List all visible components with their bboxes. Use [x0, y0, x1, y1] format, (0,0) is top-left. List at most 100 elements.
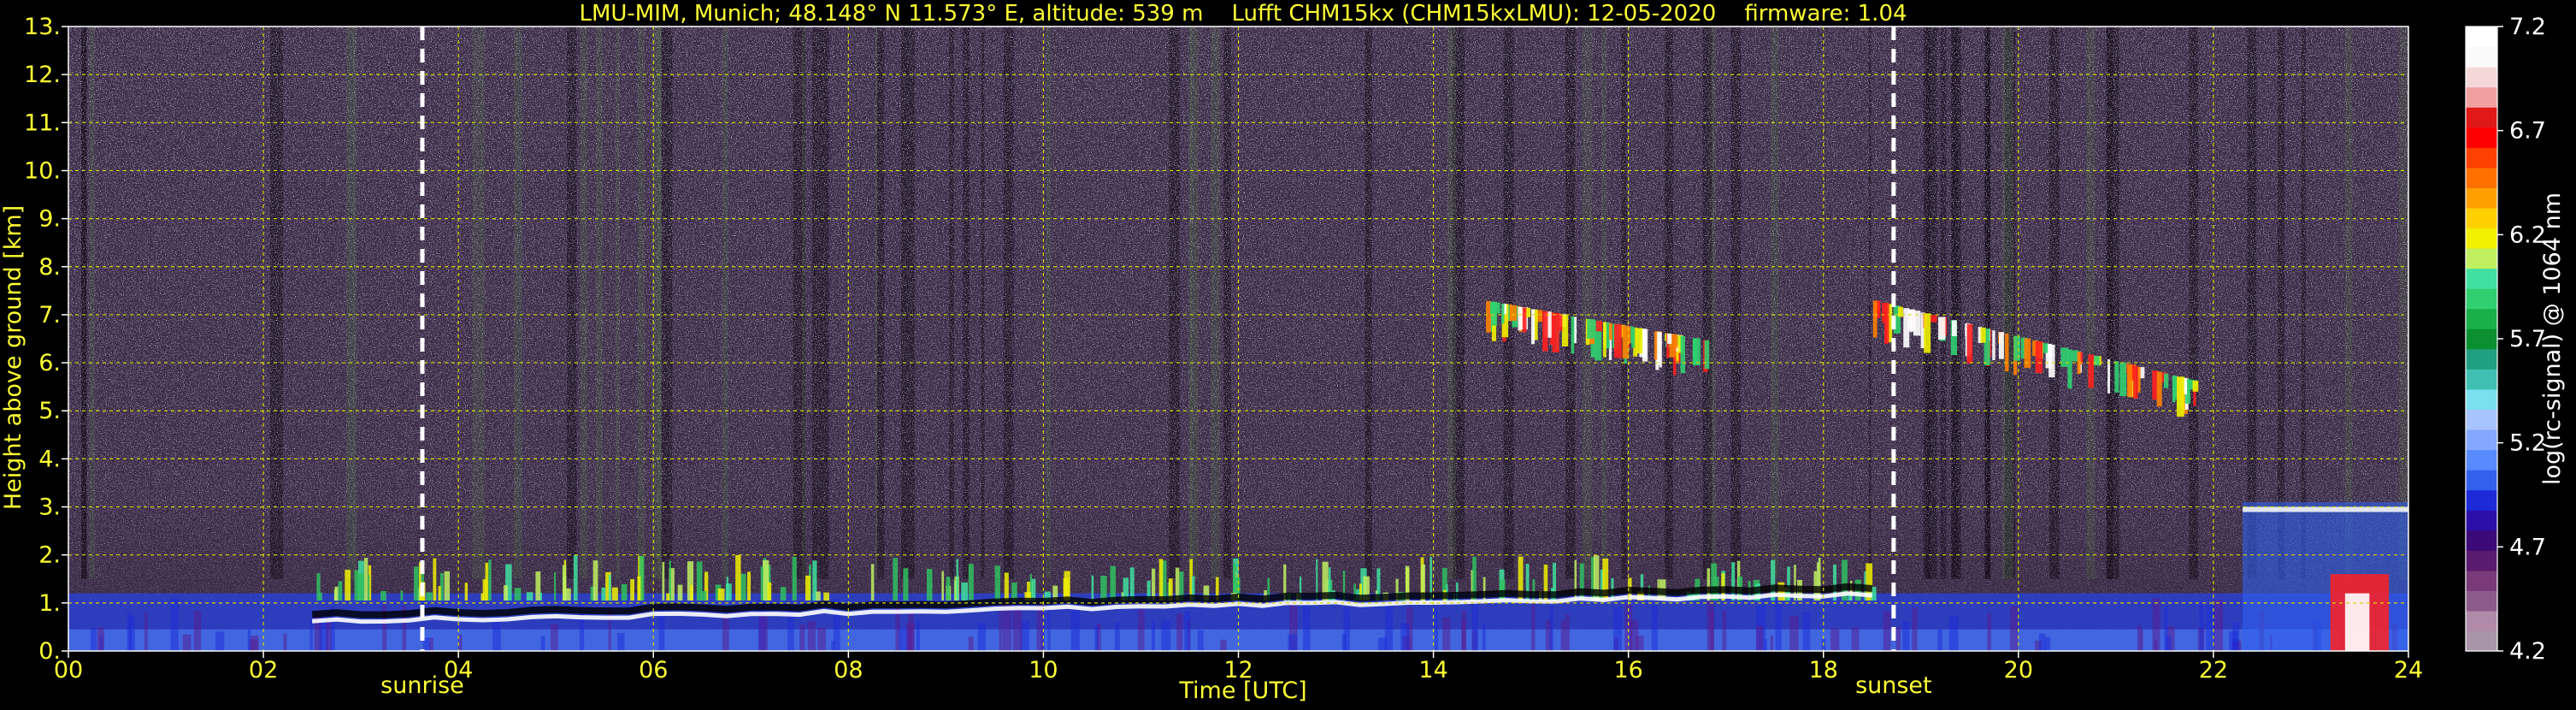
- aerosol-streak: [1937, 630, 1942, 651]
- residual-layer-streak: [946, 576, 951, 601]
- cirrus-streak: [1642, 328, 1648, 362]
- residual-layer-streak: [823, 592, 829, 601]
- aerosol-streak: [977, 623, 987, 651]
- cirrus-streak: [1552, 312, 1559, 352]
- aerosol-streak: [817, 627, 827, 651]
- aerosol-streak: [2228, 630, 2238, 651]
- residual-layer-streak: [1158, 559, 1164, 601]
- x-tick-label: 02: [249, 657, 278, 683]
- aerosol-streak: [1288, 634, 1298, 651]
- residual-layer-streak: [514, 588, 522, 601]
- cirrus-streak: [1704, 340, 1710, 370]
- residual-layer-streak: [961, 582, 969, 601]
- aerosol-streak: [807, 620, 816, 651]
- colorbar-segment: [2466, 288, 2497, 310]
- aerosol-streak: [916, 620, 920, 651]
- residual-layer-streak: [562, 565, 567, 601]
- y-tick-label: 12.: [24, 62, 61, 88]
- residual-layer-streak: [630, 579, 634, 601]
- cirrus-streak: [2035, 340, 2043, 374]
- cirrus-streak: [1931, 315, 1937, 322]
- aerosol-streak: [1197, 630, 1204, 651]
- chart-title: LMU-MIM, Munich; 48.148° N 11.573° E, al…: [579, 1, 1907, 27]
- aerosol-streak: [1613, 607, 1623, 651]
- cloud-top: [2243, 506, 2408, 512]
- aerosol-streak: [1770, 635, 1774, 651]
- aerosol-streak: [1549, 605, 1553, 651]
- residual-layer-streak: [677, 584, 683, 601]
- cirrus-streak: [2060, 347, 2069, 367]
- aerosol-streak: [144, 612, 148, 651]
- cloud-core-bright: [2344, 593, 2370, 651]
- colorbar-segment: [2466, 268, 2497, 289]
- residual-layer-streak: [1064, 571, 1070, 601]
- colorbar-segment: [2466, 510, 2497, 531]
- residual-layer-streak: [1129, 567, 1135, 601]
- aerosol-streak: [1764, 638, 1767, 651]
- y-axis-label: Height above ground [km]: [0, 205, 27, 510]
- aerosol-streak: [551, 624, 558, 651]
- cirrus-streak: [1992, 330, 1995, 361]
- colorbar-segment: [2466, 610, 2497, 632]
- colorbar-segment: [2466, 530, 2497, 551]
- x-tick-label: 14: [1418, 657, 1447, 683]
- residual-layer-streak: [338, 581, 343, 601]
- x-axis-label: Time [UTC]: [1178, 677, 1306, 704]
- cirrus-streak: [2119, 362, 2127, 397]
- y-tick-label: 13.: [24, 14, 61, 40]
- y-tick-label: 4.: [38, 446, 61, 472]
- residual-layer-streak: [690, 584, 693, 601]
- cirrus-streak: [1898, 306, 1904, 317]
- aerosol-streak: [1775, 600, 1782, 651]
- aerosol-streak: [1895, 627, 1901, 651]
- cirrus-streak: [1587, 319, 1595, 339]
- x-tick-label: 10: [1029, 657, 1058, 683]
- residual-layer-streak: [488, 559, 492, 601]
- residual-layer-streak: [601, 587, 606, 601]
- aerosol-streak: [799, 624, 805, 651]
- cirrus-streak: [2156, 371, 2162, 407]
- colorbar-label: log(rc-signal) @ 1064 nm: [2539, 192, 2566, 485]
- colorbar-segment: [2466, 369, 2497, 390]
- residual-layer-streak: [1004, 572, 1009, 601]
- aerosol-streak: [170, 598, 179, 651]
- aerosol-streak: [722, 613, 729, 651]
- cirrus-streak: [1571, 316, 1575, 354]
- x-tick-label: 24: [2394, 657, 2423, 683]
- aerosol-streak: [2137, 624, 2142, 651]
- plot-area: [68, 27, 2408, 651]
- residual-layer-streak: [608, 574, 611, 601]
- colorbar-segment: [2466, 570, 2497, 591]
- background-noise-green: [68, 27, 2408, 651]
- residual-layer-streak: [464, 583, 469, 601]
- y-tick-label: 3.: [38, 494, 61, 521]
- cirrus-streak: [2088, 354, 2094, 388]
- colorbar-segment: [2466, 86, 2497, 108]
- residual-layer-streak: [805, 575, 811, 601]
- x-tick-label: 16: [1613, 657, 1642, 683]
- residual-layer-streak: [573, 554, 578, 601]
- aerosol-streak: [1531, 602, 1536, 651]
- colorbar-tick-label: 4.7: [2509, 534, 2546, 560]
- aerosol-streak: [617, 632, 625, 651]
- residual-layer-streak: [1818, 558, 1821, 601]
- cirrus-streak: [1501, 304, 1505, 324]
- aerosol-streak: [1012, 606, 1023, 651]
- aerosol-streak: [1341, 633, 1347, 651]
- colorbar-segment: [2466, 147, 2497, 169]
- aerosol-streak: [2010, 606, 2019, 651]
- aerosol-streak: [1384, 603, 1393, 651]
- aerosol-streak: [2166, 636, 2172, 651]
- residual-layer-streak: [414, 566, 419, 601]
- residual-layer-streak: [592, 560, 598, 601]
- cirrus-streak: [1667, 334, 1672, 345]
- aerosol-streak: [309, 618, 313, 651]
- cirrus-streak: [1609, 322, 1612, 340]
- residual-layer-streak: [767, 582, 772, 601]
- aerosol-streak: [1036, 604, 1044, 651]
- y-tick-label: 2.: [38, 542, 61, 569]
- aerosol-streak: [1565, 614, 1570, 651]
- residual-layer-streak: [363, 558, 368, 601]
- colorbar-segment: [2466, 409, 2497, 430]
- aerosol-streak: [1789, 615, 1799, 651]
